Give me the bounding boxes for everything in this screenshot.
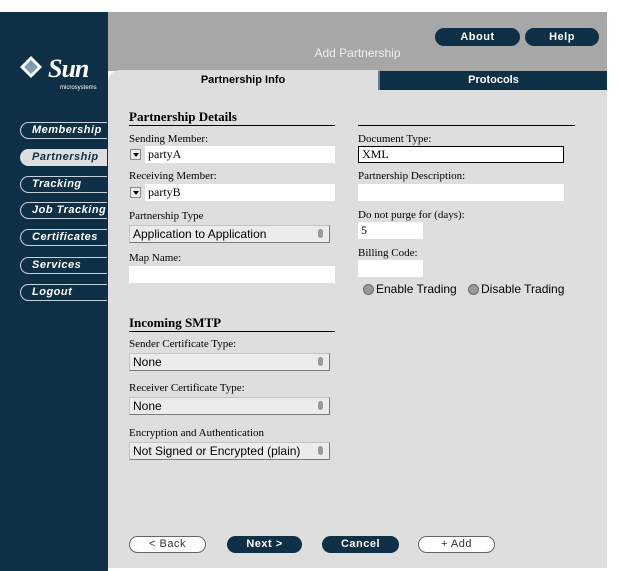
- details-rule-right: [358, 125, 575, 126]
- encryption-label: Encryption and Authentication: [129, 427, 265, 439]
- nav-tracking[interactable]: Tracking: [20, 176, 107, 193]
- nav-job-tracking[interactable]: Job Tracking: [20, 202, 107, 219]
- help-button[interactable]: Help: [525, 28, 599, 46]
- tab-partnership-info[interactable]: Partnership Info: [108, 70, 378, 90]
- receiving-member-label: Receiving Member:: [129, 170, 217, 182]
- map-name-label: Map Name:: [129, 252, 182, 264]
- cancel-button[interactable]: Cancel: [322, 536, 399, 553]
- nav-certificates[interactable]: Certificates: [20, 229, 107, 246]
- sender-cert-select[interactable]: None: [129, 353, 330, 371]
- select-arrow-icon: [318, 401, 323, 410]
- sun-logo: Sun microsystems: [18, 52, 100, 96]
- nav-membership[interactable]: Membership: [20, 122, 107, 139]
- disable-trading-radio[interactable]: [468, 284, 479, 295]
- sun-diamond-icon: [20, 56, 42, 78]
- brand-sub: microsystems: [60, 85, 97, 91]
- map-name-field[interactable]: [129, 266, 335, 283]
- enable-trading-radio[interactable]: [363, 284, 374, 295]
- smtp-title: Incoming SMTP: [129, 315, 222, 330]
- billing-code-field[interactable]: [358, 260, 423, 277]
- sender-cert-value: None: [133, 355, 162, 369]
- receiver-cert-label: Receiver Certificate Type:: [129, 382, 245, 394]
- content-panel: Partnership Details Sending Member: part…: [108, 90, 607, 568]
- purge-days-label: Do not purge for (days):: [358, 209, 465, 221]
- sidebar: Sun microsystems Membership Partnership …: [0, 12, 108, 571]
- nav-services[interactable]: Services: [20, 257, 107, 274]
- sender-cert-label: Sender Certificate Type:: [129, 338, 237, 350]
- sending-member-label: Sending Member:: [129, 133, 209, 145]
- next-button[interactable]: Next >: [227, 536, 302, 553]
- select-arrow-icon: [318, 229, 323, 238]
- partnership-description-label: Partnership Description:: [358, 170, 466, 182]
- document-type-label: Document Type:: [358, 133, 432, 145]
- enable-trading-label: Enable Trading: [376, 282, 457, 296]
- smtp-rule: [129, 331, 335, 332]
- receiver-cert-value: None: [133, 399, 162, 413]
- receiving-member-field[interactable]: partyB: [145, 184, 335, 201]
- sending-member-field[interactable]: partyA: [145, 146, 335, 163]
- encryption-value: Not Signed or Encrypted (plain): [133, 444, 301, 458]
- document-type-field[interactable]: XML: [358, 146, 564, 163]
- add-button[interactable]: + Add: [418, 536, 495, 553]
- app-window: Sun microsystems Membership Partnership …: [0, 0, 619, 571]
- partnership-type-label: Partnership Type: [129, 210, 204, 222]
- nav-partnership[interactable]: Partnership: [20, 149, 107, 166]
- about-button[interactable]: About: [435, 28, 520, 46]
- select-arrow-icon: [318, 357, 323, 366]
- details-title: Partnership Details: [129, 109, 237, 124]
- brand-word: Sun: [48, 54, 89, 83]
- partnership-description-field[interactable]: [358, 184, 564, 201]
- details-rule-left: [129, 125, 335, 126]
- encryption-select[interactable]: Not Signed or Encrypted (plain): [129, 442, 330, 460]
- sending-member-lookup-button[interactable]: [130, 149, 141, 160]
- partnership-type-value: Application to Application: [133, 227, 267, 241]
- page-title: Add Partnership: [314, 46, 401, 60]
- back-button[interactable]: < Back: [129, 536, 206, 553]
- billing-code-label: Billing Code:: [358, 247, 418, 259]
- nav-logout[interactable]: Logout: [20, 284, 107, 301]
- tab-protocols[interactable]: Protocols: [378, 71, 607, 90]
- header-band: Add Partnership About Help: [108, 12, 607, 71]
- purge-days-field[interactable]: 5: [358, 222, 423, 239]
- receiving-member-lookup-button[interactable]: [130, 187, 141, 198]
- disable-trading-label: Disable Trading: [481, 282, 565, 296]
- receiver-cert-select[interactable]: None: [129, 397, 330, 415]
- partnership-type-select[interactable]: Application to Application: [129, 225, 330, 243]
- select-arrow-icon: [318, 446, 323, 455]
